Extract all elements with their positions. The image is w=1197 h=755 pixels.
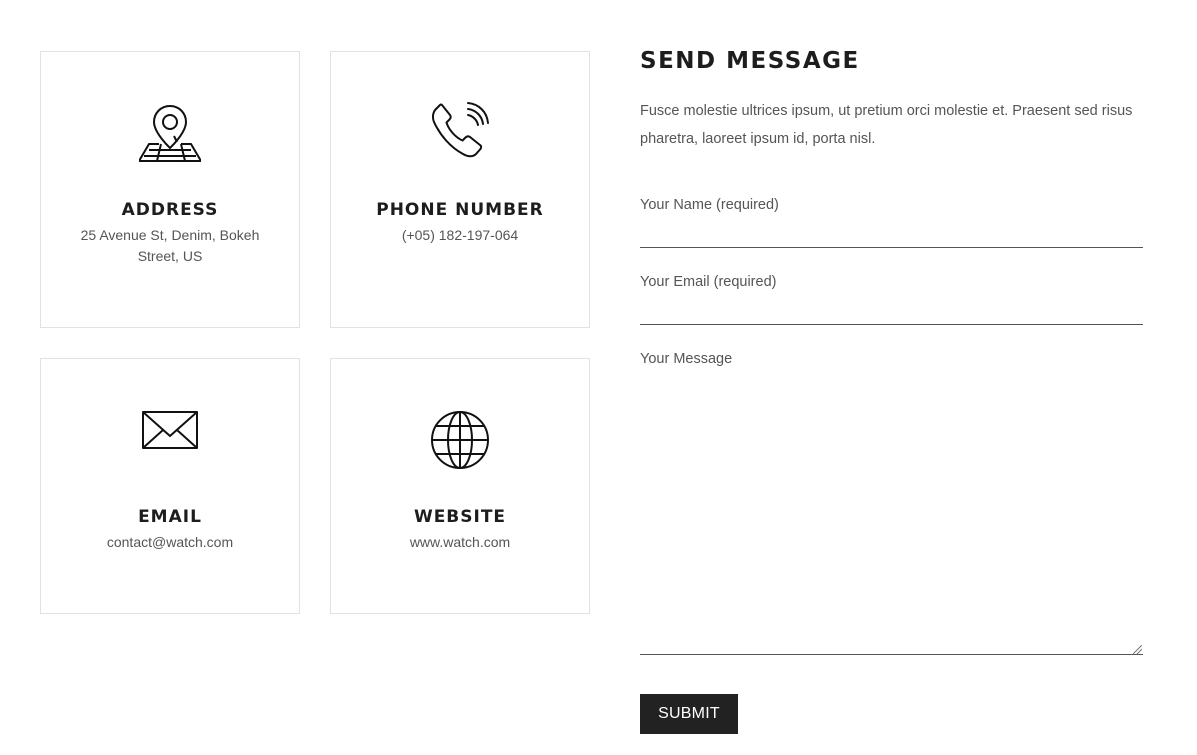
form-title: SEND MESSAGE	[640, 48, 860, 74]
email-value[interactable]: contact@watch.com	[66, 532, 274, 553]
address-card: ADDRESS 25 Avenue St, Denim, Bokeh Stree…	[40, 51, 300, 328]
name-input[interactable]	[640, 216, 1143, 248]
name-label: Your Name (required)	[640, 197, 779, 213]
website-value[interactable]: www.watch.com	[356, 532, 564, 553]
message-textarea[interactable]	[640, 372, 1143, 655]
map-pin-icon	[139, 105, 201, 162]
message-label: Your Message	[640, 351, 733, 367]
submit-button[interactable]: SUBMIT	[640, 694, 738, 734]
email-input[interactable]	[640, 293, 1143, 325]
email-card: EMAIL contact@watch.com	[40, 358, 300, 614]
website-card: WEBSITE www.watch.com	[330, 358, 590, 614]
phone-icon	[431, 102, 489, 158]
email-title: EMAIL	[138, 507, 202, 527]
email-label: Your Email (required)	[640, 274, 777, 290]
phone-card: PHONE NUMBER (+05) 182-197-064	[330, 51, 590, 328]
phone-title: PHONE NUMBER	[376, 200, 544, 220]
resize-grip-icon[interactable]	[1133, 645, 1142, 654]
address-value: 25 Avenue St, Denim, Bokeh Street, US	[80, 227, 260, 264]
phone-value: (+05) 182-197-064	[401, 227, 519, 243]
contact-form: SEND MESSAGE Fusce molestie ultrices ips…	[640, 0, 1144, 755]
globe-icon	[431, 411, 489, 469]
website-title: WEBSITE	[413, 507, 507, 527]
address-title: ADDRESS	[121, 200, 219, 220]
form-description: Fusce molestie ultrices ipsum, ut pretiu…	[640, 103, 1133, 147]
envelope-icon	[142, 411, 198, 449]
